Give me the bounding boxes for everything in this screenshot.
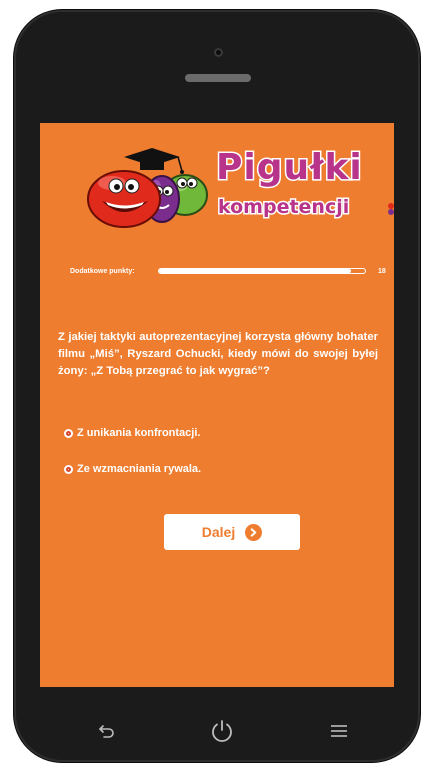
phone-frame: Pigułki kompetencji Dodatkowe punkty: 18… bbox=[14, 10, 420, 762]
earpiece-speaker bbox=[185, 74, 251, 82]
question-text: Z jakiej taktyki autoprezentacyjnej korz… bbox=[58, 331, 378, 377]
logo-subtitle: kompetencji bbox=[216, 195, 350, 220]
answer-label: Z unikania konfrontacji. bbox=[77, 427, 201, 439]
progress-label: Dodatkowe punkty: bbox=[70, 268, 135, 275]
power-button[interactable] bbox=[207, 716, 237, 746]
bonus-points-progress: Dodatkowe punkty: 18 bbox=[70, 265, 390, 279]
answer-option-2[interactable]: Ze wzmacniania rywala. bbox=[64, 461, 201, 477]
radio-button-icon[interactable] bbox=[64, 464, 73, 474]
chevron-right-icon bbox=[245, 523, 263, 541]
progress-track bbox=[158, 268, 366, 274]
back-button[interactable] bbox=[92, 716, 122, 746]
radio-button-icon[interactable] bbox=[64, 428, 73, 438]
front-camera bbox=[214, 48, 223, 57]
next-button[interactable]: Dalej bbox=[164, 514, 300, 550]
menu-button[interactable] bbox=[324, 716, 354, 746]
logo-dots-icon bbox=[388, 203, 394, 215]
back-icon bbox=[99, 725, 114, 738]
progress-fill bbox=[159, 269, 351, 273]
answer-label: Ze wzmacniania rywala. bbox=[77, 463, 202, 475]
power-icon bbox=[212, 720, 232, 742]
answer-option-1[interactable]: Z unikania konfrontacji. bbox=[64, 425, 200, 441]
next-button-label: Dalej bbox=[201, 524, 236, 540]
menu-icon bbox=[331, 725, 347, 737]
app-screen: Pigułki kompetencji Dodatkowe punkty: 18… bbox=[40, 123, 394, 687]
progress-value: 18 bbox=[378, 268, 386, 275]
app-logo: Pigułki kompetencji bbox=[82, 139, 394, 231]
logo-wordmark: Pigułki bbox=[215, 146, 364, 190]
pill-mascots-logo bbox=[87, 148, 208, 228]
